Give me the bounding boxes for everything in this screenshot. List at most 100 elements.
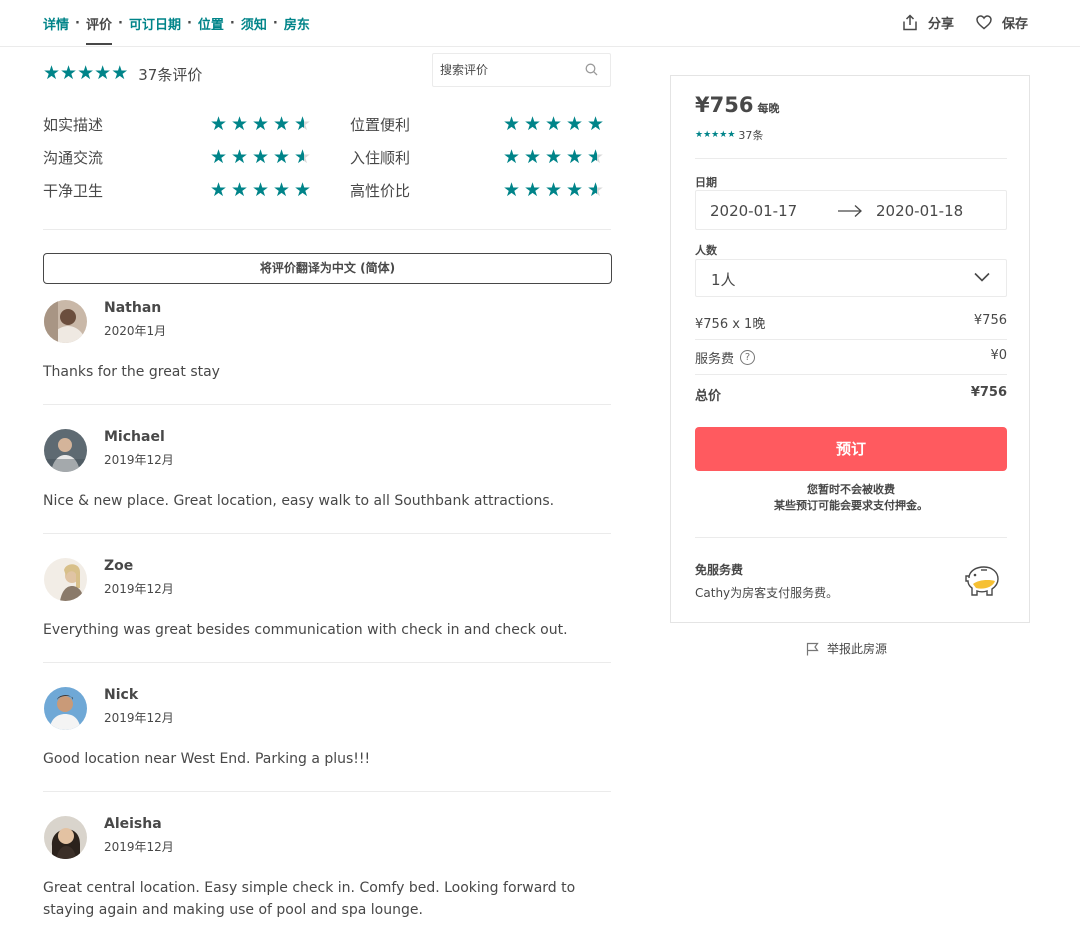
category-rating: 入住顺利 ★ ★ ★ ★ ★ xyxy=(350,147,606,167)
category-rating: 高性价比 ★ ★ ★ ★ ★ xyxy=(350,180,606,200)
nav-actions: 分享 保存 xyxy=(902,13,1028,32)
avatar[interactable] xyxy=(44,300,87,343)
review-date: 2019年12月 xyxy=(104,840,174,854)
category-stars: ★ ★ ★ ★ ★ xyxy=(208,147,313,167)
report-label: 举报此房源 xyxy=(827,642,888,656)
category-label: 高性价比 xyxy=(350,181,411,200)
reviews-header: ★ ★ ★ ★ ★ 37条评价 xyxy=(43,53,611,88)
service-fee-label-wrap: 服务费 ? xyxy=(695,348,756,367)
category-stars: ★ ★ ★ ★ ★ xyxy=(501,147,606,167)
review-text: Great central location. Easy simple chec… xyxy=(43,880,576,918)
share-label: 分享 xyxy=(927,17,954,32)
category-stars: ★ ★ ★ ★ ★ xyxy=(208,114,313,134)
star-icon: ★ xyxy=(565,146,584,168)
total-line: 总价 ¥756 xyxy=(695,385,1007,405)
chevron-down-icon xyxy=(974,272,990,282)
category-rating: 如实描述 ★ ★ ★ ★ ★ xyxy=(43,114,313,134)
save-button[interactable]: 保存 xyxy=(976,13,1028,32)
star-icon: ★ xyxy=(272,113,291,135)
reviewer-name[interactable]: Aleisha xyxy=(104,816,162,832)
category-label: 如实描述 xyxy=(43,115,104,134)
star-icon: ★ xyxy=(502,146,521,168)
star-icon: ★ xyxy=(544,146,563,168)
report-listing-link[interactable]: 举报此房源 xyxy=(806,640,887,657)
share-button[interactable]: 分享 xyxy=(902,13,954,32)
star-icon: ★ xyxy=(502,179,521,201)
star-icon: ★ xyxy=(703,130,712,140)
reviewer-name[interactable]: Zoe xyxy=(104,558,133,574)
review-text: Thanks for the great stay xyxy=(43,364,220,380)
star-icon: ★ xyxy=(230,179,249,201)
nav-link-host[interactable]: 房东 xyxy=(284,14,310,33)
avatar[interactable] xyxy=(44,816,87,859)
star-icon: ★ xyxy=(272,146,291,168)
guests-select[interactable]: 1人 xyxy=(695,259,1007,297)
divider xyxy=(43,662,611,663)
star-icon: ★ xyxy=(523,113,542,135)
avatar[interactable] xyxy=(44,558,87,601)
category-label: 沟通交流 xyxy=(43,148,104,167)
no-charge-note: 您暂时不会被收费 xyxy=(807,483,895,496)
star-icon: ★ xyxy=(209,113,228,135)
checkin-date[interactable]: 2020-01-17 xyxy=(710,202,797,220)
nightly-line-item: ¥756 x 1晚 ¥756 xyxy=(695,313,1007,333)
category-stars: ★ ★ ★ ★ ★ xyxy=(501,180,606,200)
arrow-right-icon xyxy=(838,205,862,217)
star-icon: ★ xyxy=(209,146,228,168)
booking-card: ¥756 每晚 ★ ★ ★ ★ ★ 37条 日期 2020-01-17 2020… xyxy=(670,75,1030,623)
divider xyxy=(695,158,1007,159)
avatar[interactable] xyxy=(44,687,87,730)
total-value: ¥756 xyxy=(970,385,1007,400)
nav-link-reviews[interactable]: 评价 xyxy=(85,14,112,45)
search-icon[interactable] xyxy=(585,63,598,76)
half-star-icon: ★ xyxy=(586,179,605,201)
category-stars: ★ ★ ★ ★ ★ xyxy=(501,114,606,134)
reviewer-name[interactable]: Nathan xyxy=(104,300,161,316)
top-nav: 详情 · 评价 · 可订日期 · 位置 · 须知 · 房东 分享 保存 xyxy=(0,0,1080,47)
star-icon: ★ xyxy=(565,179,584,201)
reviewer-name[interactable]: Michael xyxy=(104,429,165,445)
divider xyxy=(43,229,611,230)
star-icon: ★ xyxy=(43,61,61,84)
translate-reviews-button[interactable]: 将评价翻译为中文 (简体) xyxy=(43,253,612,284)
card-review-count: 37条 xyxy=(738,129,764,142)
service-fee-line: 服务费 ? ¥0 xyxy=(695,348,1007,368)
star-icon: ★ xyxy=(230,146,249,168)
half-star-icon: ★ xyxy=(293,146,312,168)
avatar[interactable] xyxy=(44,429,87,472)
flag-icon xyxy=(806,642,819,655)
star-icon: ★ xyxy=(251,113,270,135)
card-rating[interactable]: ★ ★ ★ ★ ★ 37条 xyxy=(695,127,763,143)
star-icon: ★ xyxy=(719,130,728,140)
book-button[interactable]: 预订 xyxy=(695,427,1007,471)
nav-separator: · xyxy=(272,16,278,31)
star-icon: ★ xyxy=(711,130,720,140)
review-text: Good location near West End. Parking a p… xyxy=(43,751,371,767)
nav-link-details[interactable]: 详情 xyxy=(43,14,69,33)
nav-link-availability[interactable]: 可订日期 xyxy=(129,14,181,33)
help-icon[interactable]: ? xyxy=(740,350,756,365)
divider xyxy=(695,537,1007,538)
line-item-value: ¥756 xyxy=(973,313,1007,328)
free-service-title: 免服务费 xyxy=(695,563,744,577)
deposit-note: 某些预订可能会要求支付押金。 xyxy=(774,499,928,512)
guests-label: 人数 xyxy=(695,244,717,257)
star-icon: ★ xyxy=(111,61,129,84)
checkout-date[interactable]: 2020-01-18 xyxy=(876,202,963,220)
category-rating: 干净卫生 ★ ★ ★ ★ ★ xyxy=(43,180,313,200)
search-reviews-input[interactable] xyxy=(440,63,580,77)
nav-link-location[interactable]: 位置 xyxy=(198,14,224,33)
review-text: Everything was great besides communicati… xyxy=(43,622,568,638)
star-icon: ★ xyxy=(586,113,605,135)
star-icon: ★ xyxy=(94,61,112,84)
category-rating: 位置便利 ★ ★ ★ ★ ★ xyxy=(350,114,606,134)
section-nav: 详情 · 评价 · 可订日期 · 位置 · 须知 · 房东 xyxy=(43,14,310,45)
per-night-label: 每晚 xyxy=(757,102,780,115)
reviewer-name[interactable]: Nick xyxy=(104,687,138,703)
nav-link-rules[interactable]: 须知 xyxy=(241,14,267,33)
line-item-label: ¥756 x 1晚 xyxy=(695,317,766,332)
save-label: 保存 xyxy=(1001,17,1028,32)
review-count: 37条评价 xyxy=(138,66,203,84)
star-icon: ★ xyxy=(60,61,78,84)
star-icon: ★ xyxy=(272,179,291,201)
